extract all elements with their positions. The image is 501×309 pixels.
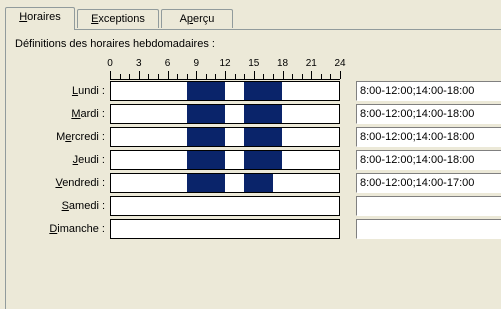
day-label: Samedi : [62, 200, 105, 212]
day-schedule-bar[interactable] [110, 81, 340, 101]
schedule-block[interactable] [187, 174, 225, 192]
tab-label-rest: xceptions [98, 13, 145, 25]
schedule-block[interactable] [244, 105, 282, 123]
day-schedule-bar[interactable] [110, 104, 340, 124]
day-schedule-field[interactable]: 8:00-12:00;14:00-18:00 [356, 127, 501, 147]
day-label: Mercredi : [56, 131, 105, 143]
day-schedule-field[interactable]: 8:00-12:00;14:00-18:00 [356, 150, 501, 170]
schedule-block[interactable] [244, 151, 282, 169]
day-label-rest: endredi : [62, 177, 105, 189]
tab-label-pre: A [179, 13, 187, 25]
schedule-block[interactable] [244, 174, 273, 192]
day-label-accel: M [71, 108, 81, 120]
day-label-rest: amedi : [68, 200, 105, 212]
tab-horaires[interactable]: Horaires [5, 7, 75, 30]
schedule-block[interactable] [187, 128, 225, 146]
hour-ruler: 0 3 6 9 12 15 18 21 24 [107, 58, 350, 80]
day-label: Jeudi : [73, 154, 105, 166]
tab-label-rest: oraires [27, 11, 61, 23]
day-label-rest: ardi : [80, 108, 105, 120]
day-schedule-bar[interactable] [110, 127, 340, 147]
day-schedule-bar[interactable] [110, 173, 340, 193]
schedule-block[interactable] [187, 82, 225, 100]
day-label-rest: imanche : [57, 223, 105, 235]
tab-apercu[interactable]: Aperçu [161, 9, 233, 28]
schedule-block[interactable] [187, 105, 225, 123]
day-schedule-field[interactable] [356, 196, 501, 216]
day-label: Lundi : [72, 85, 105, 97]
day-label-rest: eudi : [78, 154, 105, 166]
day-schedule-field[interactable]: 8:00-12:00;14:00-18:00 [356, 81, 501, 101]
schedule-block[interactable] [244, 82, 282, 100]
day-label: Dimanche : [49, 223, 105, 235]
day-label-pre: M [56, 131, 66, 143]
day-schedule-field[interactable]: 8:00-12:00;14:00-17:00 [356, 173, 501, 193]
day-schedule-bar[interactable] [110, 150, 340, 170]
day-schedule-field[interactable]: 8:00-12:00;14:00-18:00 [356, 104, 501, 124]
tab-label-rest: erçu [193, 13, 215, 25]
day-label: Vendredi : [55, 177, 105, 189]
day-schedule-bar[interactable] [110, 219, 340, 239]
schedule-block[interactable] [244, 128, 282, 146]
day-label: Mardi : [71, 108, 105, 120]
day-schedule-field[interactable] [356, 219, 501, 239]
schedule-block[interactable] [187, 151, 225, 169]
day-schedule-bar[interactable] [110, 196, 340, 216]
day-label-rest: undi : [78, 85, 105, 97]
ruler-ticks [110, 71, 341, 80]
day-label-rest: rcredi : [71, 131, 105, 143]
day-label-accel: S [61, 200, 69, 212]
section-caption: Définitions des horaires hebdomadaires : [15, 38, 215, 50]
tab-exceptions[interactable]: Exceptions [77, 9, 159, 28]
tab-accel: H [19, 11, 28, 23]
